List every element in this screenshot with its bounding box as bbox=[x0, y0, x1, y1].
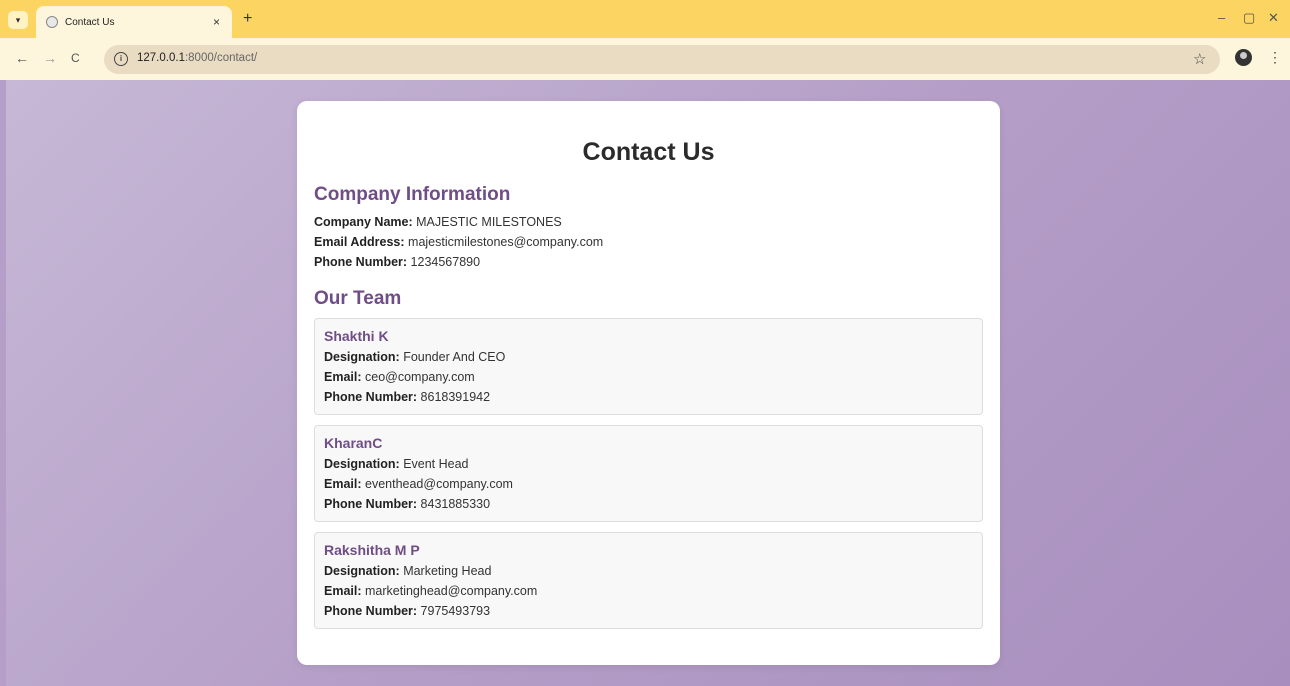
minimize-icon[interactable]: – bbox=[1218, 10, 1225, 25]
company-email-label: Email Address: bbox=[314, 235, 405, 249]
team-member-card: Rakshitha M P Designation: Marketing Hea… bbox=[314, 532, 983, 629]
team-member-card: KharanC Designation: Event Head Email: e… bbox=[314, 425, 983, 522]
company-name-label: Company Name: bbox=[314, 215, 413, 229]
company-name-line: Company Name: MAJESTIC MILESTONES bbox=[314, 215, 562, 229]
designation-value: Event Head bbox=[403, 457, 469, 471]
tab-contact-us[interactable]: Contact Us × bbox=[36, 6, 232, 38]
email-label: Email: bbox=[324, 477, 362, 491]
tab-title: Contact Us bbox=[65, 16, 115, 28]
email-value: eventhead@company.com bbox=[365, 477, 513, 491]
globe-icon bbox=[46, 16, 58, 28]
phone-label: Phone Number: bbox=[324, 497, 418, 511]
designation-label: Designation: bbox=[324, 350, 400, 364]
designation-label: Designation: bbox=[324, 564, 400, 578]
url-text[interactable]: 127.0.0.1:8000/contact/ bbox=[137, 52, 257, 64]
reload-icon[interactable]: C bbox=[71, 51, 80, 65]
designation-value: Founder And CEO bbox=[403, 350, 506, 364]
page-viewport: Contact Us Company Information Company N… bbox=[6, 80, 1290, 686]
company-info-heading: Company Information bbox=[314, 184, 511, 205]
company-name-value: MAJESTIC MILESTONES bbox=[416, 215, 562, 229]
member-email: Email: eventhead@company.com bbox=[324, 477, 513, 491]
member-designation: Designation: Marketing Head bbox=[324, 564, 491, 578]
menu-kebab-icon[interactable]: ⋮ bbox=[1268, 49, 1282, 66]
window-close-icon[interactable]: ✕ bbox=[1268, 10, 1279, 26]
bookmark-star-icon[interactable]: ☆ bbox=[1193, 50, 1206, 68]
profile-avatar-icon[interactable] bbox=[1235, 49, 1252, 66]
site-info-icon[interactable]: i bbox=[114, 52, 128, 66]
company-email-value: majesticmilestones@company.com bbox=[408, 235, 604, 249]
member-phone: Phone Number: 8618391942 bbox=[324, 390, 490, 404]
new-tab-button[interactable]: + bbox=[243, 10, 252, 28]
member-phone: Phone Number: 8431885330 bbox=[324, 497, 490, 511]
chevron-down-icon: ▾ bbox=[15, 14, 21, 25]
tab-search-button[interactable]: ▾ bbox=[8, 11, 28, 29]
member-designation: Designation: Event Head bbox=[324, 457, 469, 471]
phone-label: Phone Number: bbox=[324, 604, 418, 618]
member-name: Shakthi K bbox=[324, 328, 389, 344]
member-name: KharanC bbox=[324, 435, 383, 451]
url-path: :8000/contact/ bbox=[184, 52, 258, 64]
forward-icon[interactable]: → bbox=[43, 50, 57, 66]
url-host: 127.0.0.1 bbox=[137, 52, 185, 64]
company-phone-label: Phone Number: bbox=[314, 255, 408, 269]
email-label: Email: bbox=[324, 370, 362, 384]
email-value: marketinghead@company.com bbox=[365, 584, 538, 598]
designation-label: Designation: bbox=[324, 457, 400, 471]
contact-card: Contact Us Company Information Company N… bbox=[297, 101, 1000, 665]
close-tab-icon[interactable]: × bbox=[213, 15, 220, 29]
phone-label: Phone Number: bbox=[324, 390, 418, 404]
designation-value: Marketing Head bbox=[403, 564, 492, 578]
tab-strip: ▾ Contact Us × + – ▢ ✕ bbox=[0, 0, 1290, 38]
back-icon[interactable]: ← bbox=[15, 50, 29, 66]
member-email: Email: ceo@company.com bbox=[324, 370, 475, 384]
phone-value: 8618391942 bbox=[420, 390, 491, 404]
page-title: Contact Us bbox=[582, 138, 715, 166]
team-member-card: Shakthi K Designation: Founder And CEO E… bbox=[314, 318, 983, 415]
our-team-heading: Our Team bbox=[314, 288, 402, 309]
company-phone-line: Phone Number: 1234567890 bbox=[314, 255, 480, 269]
phone-value: 8431885330 bbox=[420, 497, 491, 511]
phone-value: 7975493793 bbox=[420, 604, 491, 618]
company-phone-value: 1234567890 bbox=[410, 255, 481, 269]
member-name: Rakshitha M P bbox=[324, 542, 420, 558]
restore-icon[interactable]: ▢ bbox=[1243, 10, 1255, 26]
company-email-line: Email Address: majesticmilestones@compan… bbox=[314, 235, 603, 249]
address-bar[interactable] bbox=[104, 45, 1220, 74]
member-designation: Designation: Founder And CEO bbox=[324, 350, 505, 364]
member-email: Email: marketinghead@company.com bbox=[324, 584, 537, 598]
email-label: Email: bbox=[324, 584, 362, 598]
member-phone: Phone Number: 7975493793 bbox=[324, 604, 490, 618]
email-value: ceo@company.com bbox=[365, 370, 475, 384]
